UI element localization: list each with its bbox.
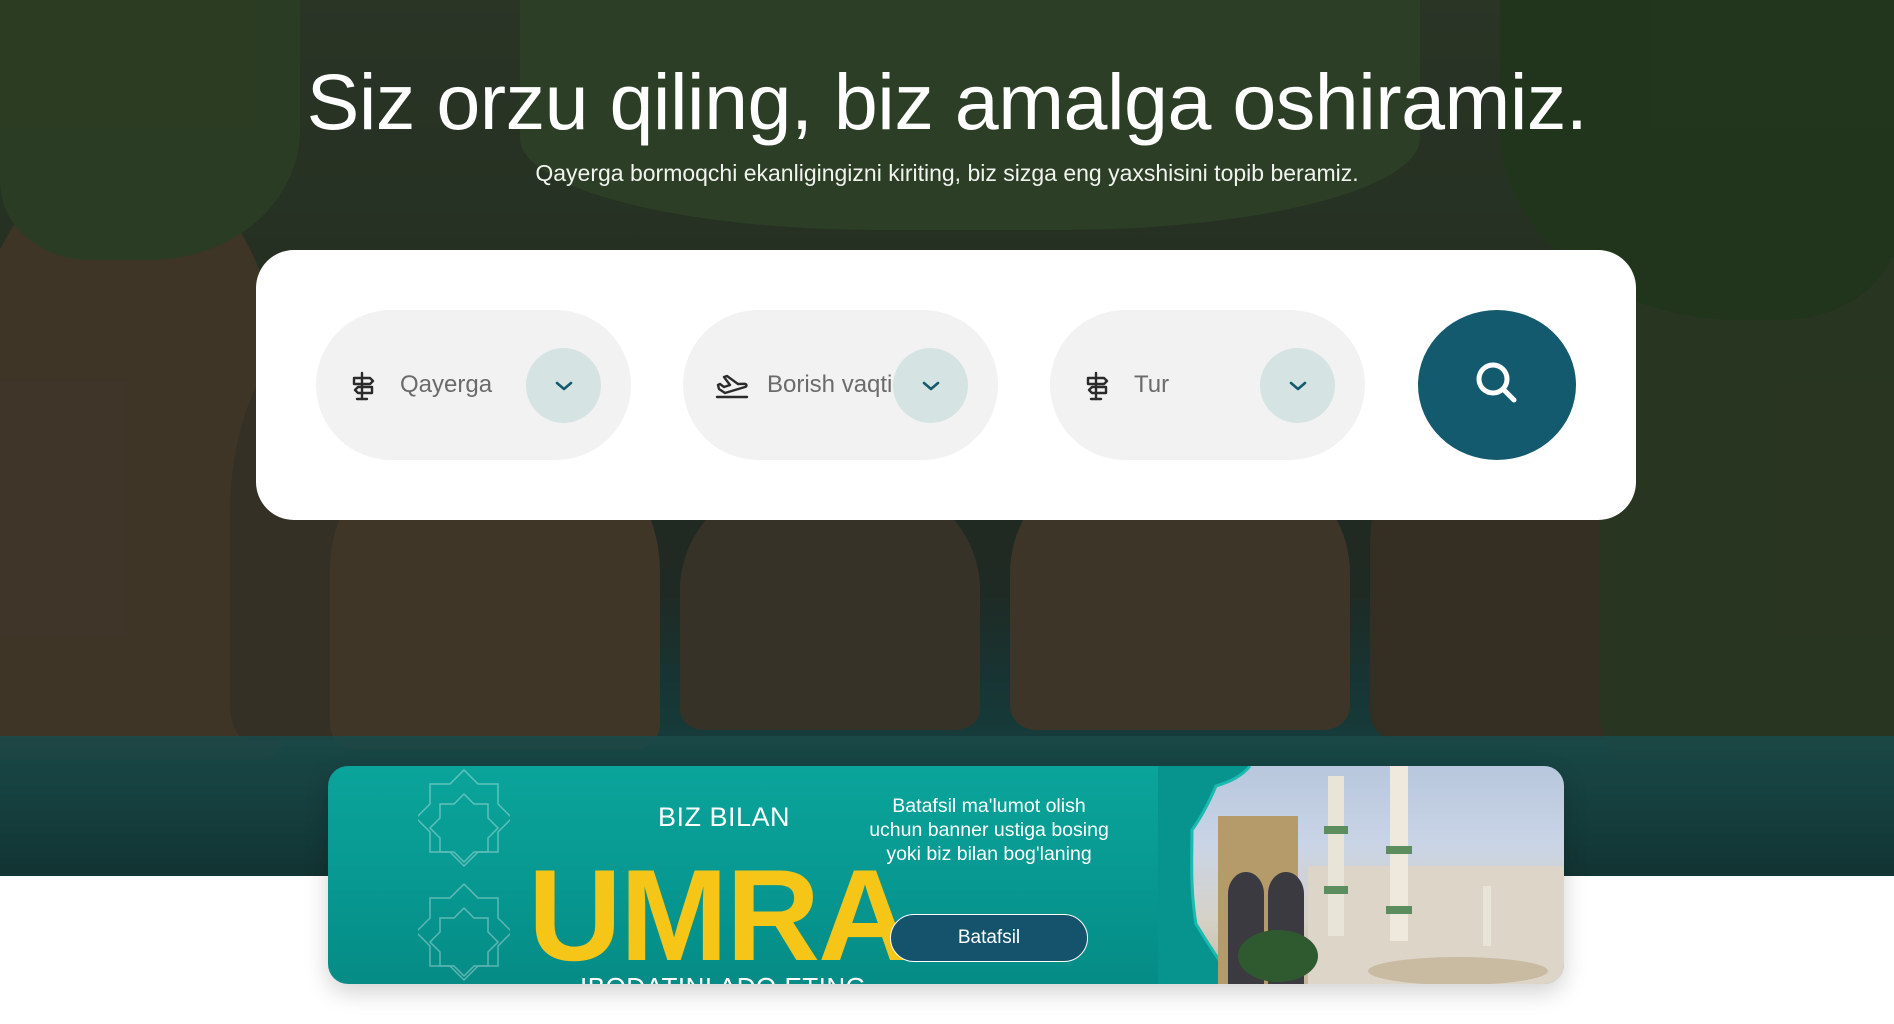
chevron-down-icon[interactable]: [526, 348, 601, 423]
signpost-icon: [348, 370, 380, 402]
tour-type-select[interactable]: Tur: [1050, 310, 1365, 460]
destination-select[interactable]: Qayerga: [316, 310, 631, 460]
banner-tagline: IBODATINI ADO ETING: [580, 972, 866, 984]
search-card: Qayerga Borish vaqti Tur: [256, 250, 1636, 520]
signpost-icon: [1082, 370, 1114, 402]
banner-info-text: Batafsil ma'lumot olish uchun banner ust…: [869, 795, 1109, 865]
banner-headline: UMRA: [528, 842, 912, 984]
hero-title: Siz orzu qiling, biz amalga oshiramiz.: [306, 57, 1588, 146]
banner-subheading: BIZ BILAN: [658, 802, 791, 832]
search-icon: [1472, 358, 1522, 413]
departure-date-select[interactable]: Borish vaqti: [683, 310, 998, 460]
umra-promo-banner[interactable]: BIZ BILAN UMRA IBODATINI ADO ETING Bataf…: [328, 766, 1564, 984]
departure-date-label: Borish vaqti: [767, 371, 893, 398]
airplane-takeoff-icon: [715, 370, 749, 402]
details-button[interactable]: Batafsil: [890, 914, 1088, 962]
destination-label: Qayerga: [400, 371, 493, 398]
search-button[interactable]: [1418, 310, 1576, 460]
chevron-down-icon[interactable]: [1260, 348, 1335, 423]
chevron-down-icon[interactable]: [893, 348, 968, 423]
geometric-pattern: [418, 768, 510, 982]
hero-subtitle: Qayerga bormoqchi ekanligingizni kiritin…: [535, 160, 1359, 186]
mosque-image: [1158, 766, 1564, 984]
tour-type-label: Tur: [1134, 371, 1170, 398]
